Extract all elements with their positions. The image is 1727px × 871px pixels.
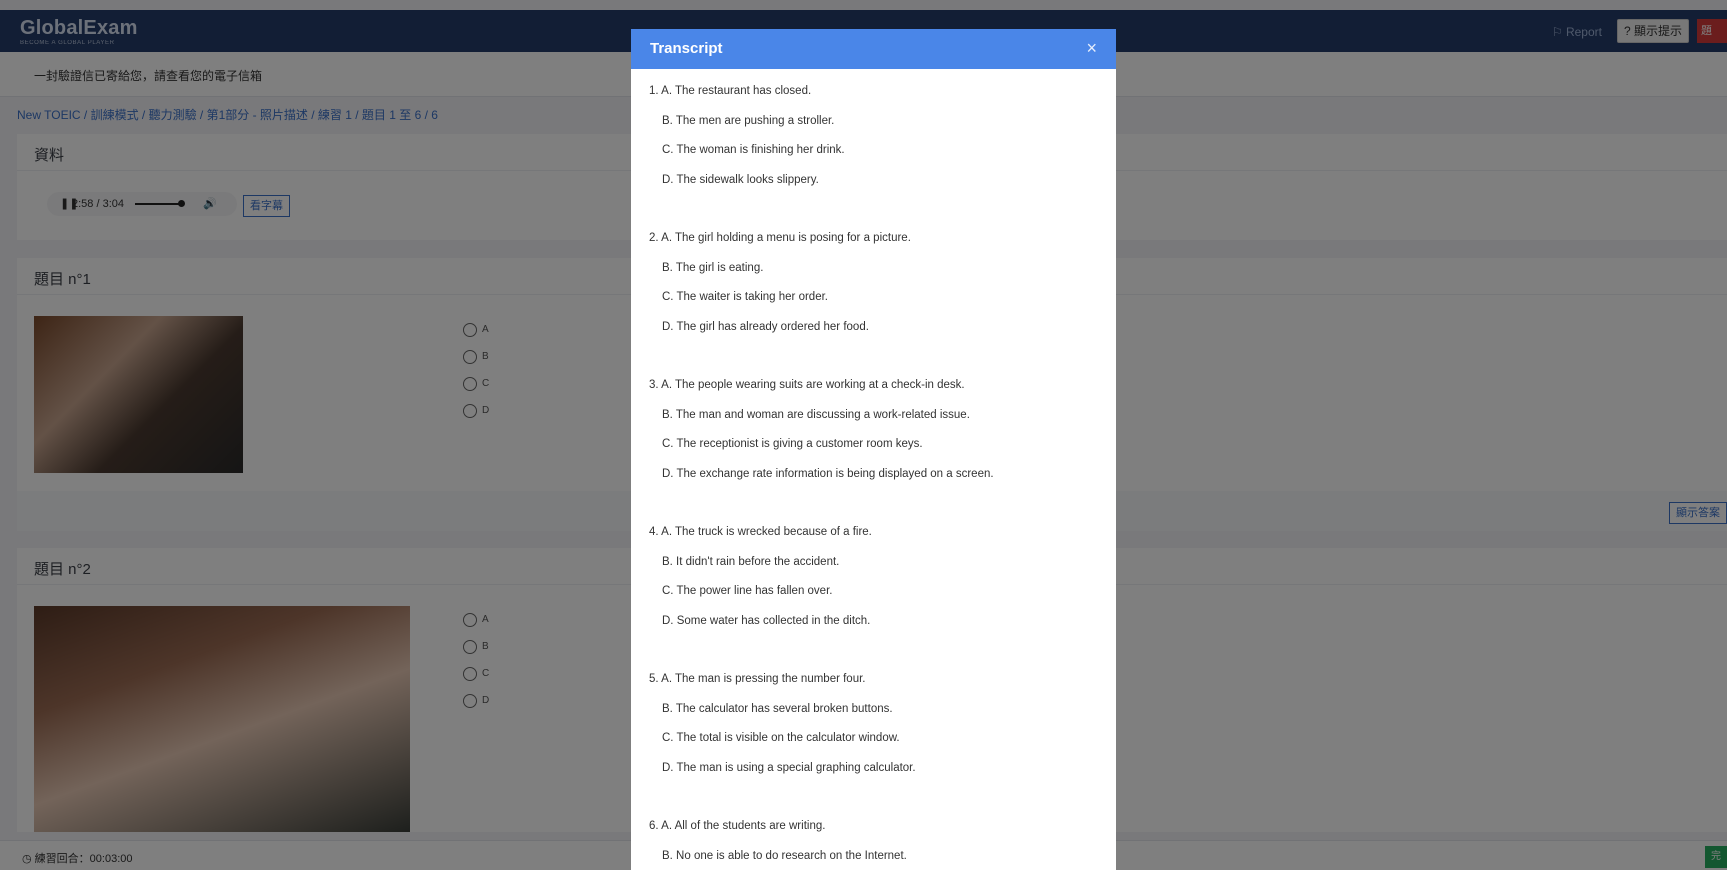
transcript-line: B. No one is able to do research on the …: [662, 849, 907, 862]
transcript-line: 2. A. The girl holding a menu is posing …: [649, 232, 911, 244]
transcript-line: B. It didn't rain before the accident.: [662, 555, 840, 568]
transcript-line: D. The girl has already ordered her food…: [662, 320, 869, 333]
transcript-line: D. The sidewalk looks slippery.: [662, 173, 819, 186]
transcript-line: B. The girl is eating.: [662, 261, 764, 274]
transcript-line: D. The exchange rate information is bein…: [662, 467, 994, 480]
transcript-line: C. The waiter is taking her order.: [662, 291, 828, 303]
transcript-line: D. The man is using a special graphing c…: [662, 761, 916, 774]
transcript-body: 1. A. The restaurant has closed. B. The …: [631, 69, 1116, 870]
transcript-line: 1. A. The restaurant has closed.: [649, 85, 812, 97]
transcript-line: B. The calculator has several broken but…: [662, 702, 893, 715]
transcript-line: 5. A. The man is pressing the number fou…: [649, 673, 866, 685]
transcript-line: C. The total is visible on the calculato…: [662, 732, 900, 744]
transcript-group-1: 1. A. The restaurant has closed. B. The …: [649, 77, 1116, 195]
transcript-line: 6. A. All of the students are writing.: [649, 820, 826, 832]
transcript-line: 3. A. The people wearing suits are worki…: [649, 379, 965, 391]
close-icon[interactable]: ×: [1086, 37, 1097, 59]
modal-header: Transcript ×: [631, 29, 1116, 69]
transcript-group-5: 5. A. The man is pressing the number fou…: [649, 665, 1116, 783]
transcript-line: C. The receptionist is giving a customer…: [662, 438, 923, 450]
transcript-group-2: 2. A. The girl holding a menu is posing …: [649, 224, 1116, 342]
transcript-group-4: 4. A. The truck is wrecked because of a …: [649, 518, 1116, 636]
transcript-line: B. The men are pushing a stroller.: [662, 114, 835, 127]
transcript-modal: Transcript × 1. A. The restaurant has cl…: [631, 29, 1116, 870]
transcript-line: C. The woman is finishing her drink.: [662, 144, 845, 156]
transcript-group-6: 6. A. All of the students are writing. B…: [649, 812, 1116, 870]
transcript-line: 4. A. The truck is wrecked because of a …: [649, 526, 872, 538]
transcript-line: B. The man and woman are discussing a wo…: [662, 408, 970, 421]
transcript-line: D. Some water has collected in the ditch…: [662, 614, 871, 627]
transcript-group-3: 3. A. The people wearing suits are worki…: [649, 371, 1116, 489]
transcript-line: C. The power line has fallen over.: [662, 585, 833, 597]
modal-title: Transcript: [650, 40, 723, 57]
